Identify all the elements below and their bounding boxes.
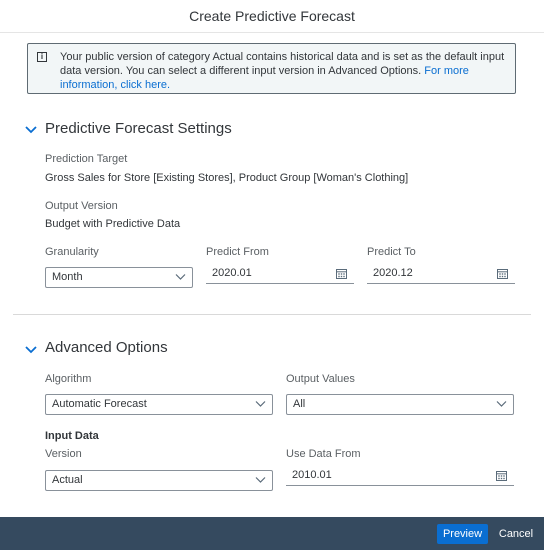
- predict-from-label: Predict From: [206, 246, 269, 258]
- chevron-down-icon: [255, 477, 266, 483]
- calendar-icon[interactable]: [497, 268, 508, 279]
- predict-to-label: Predict To: [367, 246, 416, 258]
- version-label: Version: [45, 448, 82, 460]
- chevron-down-icon: [496, 401, 507, 407]
- info-icon: i: [37, 52, 47, 62]
- version-select-value: Actual: [52, 474, 83, 486]
- predict-to-input[interactable]: 2020.12: [367, 264, 515, 284]
- title-divider: [0, 32, 544, 33]
- granularity-label: Granularity: [45, 246, 99, 258]
- settings-collapse-toggle[interactable]: [25, 123, 37, 141]
- calendar-icon[interactable]: [336, 268, 347, 279]
- dialog-footer: Preview Cancel: [0, 517, 544, 550]
- section-divider: [13, 314, 531, 315]
- calendar-icon[interactable]: [496, 470, 507, 481]
- output-values-label: Output Values: [286, 373, 355, 385]
- dialog-title: Create Predictive Forecast: [189, 8, 355, 24]
- output-values-select-value: All: [293, 398, 306, 410]
- preview-button[interactable]: Preview: [437, 524, 488, 544]
- info-text: Your public version of category Actual c…: [60, 50, 510, 92]
- use-data-from-value: 2010.01: [292, 469, 332, 481]
- settings-section-title: Predictive Forecast Settings: [45, 120, 232, 137]
- predict-from-input[interactable]: 2020.01: [206, 264, 354, 284]
- chevron-down-icon: [175, 274, 186, 280]
- chevron-down-icon: [25, 126, 37, 134]
- algorithm-label: Algorithm: [45, 373, 92, 385]
- use-data-from-label: Use Data From: [286, 448, 361, 460]
- output-values-select[interactable]: All: [286, 394, 514, 415]
- advanced-collapse-toggle[interactable]: [25, 343, 37, 361]
- algorithm-select[interactable]: Automatic Forecast: [45, 394, 273, 415]
- use-data-from-input[interactable]: 2010.01: [286, 466, 514, 486]
- predict-from-value: 2020.01: [212, 267, 252, 279]
- version-select[interactable]: Actual: [45, 470, 273, 491]
- output-version-label: Output Version: [45, 200, 118, 212]
- granularity-select[interactable]: Month: [45, 267, 193, 288]
- info-message-strip: i Your public version of category Actual…: [27, 43, 516, 94]
- prediction-target-value: Gross Sales for Store [Existing Stores],…: [45, 172, 409, 184]
- input-data-heading: Input Data: [45, 430, 99, 442]
- predict-to-value: 2020.12: [373, 267, 413, 279]
- cancel-button[interactable]: Cancel: [492, 524, 540, 544]
- algorithm-select-value: Automatic Forecast: [52, 398, 147, 410]
- advanced-section-title: Advanced Options: [45, 339, 168, 356]
- chevron-down-icon: [25, 346, 37, 354]
- chevron-down-icon: [255, 401, 266, 407]
- prediction-target-label: Prediction Target: [45, 153, 128, 165]
- output-version-value: Budget with Predictive Data: [45, 218, 181, 230]
- granularity-select-value: Month: [52, 271, 83, 283]
